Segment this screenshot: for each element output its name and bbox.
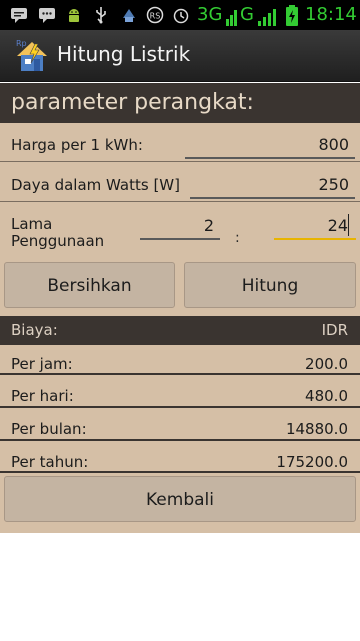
duration-separator: : bbox=[235, 230, 240, 246]
duration-total-underline bbox=[274, 238, 356, 240]
text-cursor bbox=[348, 214, 349, 236]
divider bbox=[0, 439, 360, 441]
divider bbox=[0, 161, 360, 162]
calculator-panel: parameter perangkat: Harga per 1 kWh: 80… bbox=[0, 83, 360, 533]
status-bar: RS 3G G 18:14 bbox=[0, 0, 360, 30]
sync-icon bbox=[123, 9, 135, 22]
svg-text:RS: RS bbox=[150, 12, 161, 21]
battery-charging-icon bbox=[286, 5, 298, 26]
divider bbox=[0, 373, 360, 375]
clock: 18:14 bbox=[305, 4, 357, 25]
duration-label: Lama Penggunaan bbox=[11, 215, 105, 250]
result-day-label: Per hari: bbox=[11, 387, 74, 405]
signal-bars-icon bbox=[258, 9, 276, 26]
result-year-label: Per tahun: bbox=[11, 453, 89, 471]
currency-label: IDR bbox=[321, 321, 348, 339]
power-input[interactable]: 250 bbox=[318, 175, 349, 194]
signal-strength-icon bbox=[226, 10, 237, 26]
result-day-value: 480.0 bbox=[305, 387, 348, 405]
data-type: G bbox=[240, 4, 254, 25]
calculate-button[interactable]: Hitung bbox=[184, 262, 356, 308]
result-month-value: 14880.0 bbox=[285, 420, 348, 438]
duration-hours-underline bbox=[140, 238, 220, 240]
back-button[interactable]: Kembali bbox=[4, 476, 356, 522]
result-year-value: 175200.0 bbox=[276, 453, 348, 471]
cost-label: Biaya: bbox=[11, 321, 58, 339]
duration-hours-input[interactable]: 2 bbox=[204, 216, 214, 235]
duration-total-input[interactable]: 24 bbox=[328, 216, 348, 235]
price-input[interactable]: 800 bbox=[318, 135, 349, 154]
price-label: Harga per 1 kWh: bbox=[11, 136, 143, 154]
price-input-underline bbox=[185, 157, 355, 159]
app-house-icon: Rp bbox=[16, 39, 47, 71]
results-header: Biaya: IDR bbox=[0, 316, 360, 345]
result-month-label: Per bulan: bbox=[11, 420, 87, 438]
power-label: Daya dalam Watts [W] bbox=[11, 176, 180, 194]
divider bbox=[0, 201, 360, 202]
rs-icon: RS bbox=[146, 6, 164, 24]
alarm-icon bbox=[173, 8, 189, 24]
divider bbox=[0, 471, 360, 473]
clear-button[interactable]: Bersihkan bbox=[4, 262, 175, 308]
svg-text:Rp: Rp bbox=[16, 39, 27, 48]
usb-icon bbox=[96, 7, 106, 24]
app-title: Hitung Listrik bbox=[57, 42, 191, 66]
result-hour-value: 200.0 bbox=[305, 355, 348, 373]
action-bar: Rp Hitung Listrik bbox=[0, 30, 360, 82]
sms-icon bbox=[11, 8, 27, 23]
network-type: 3G bbox=[197, 4, 223, 25]
android-icon bbox=[69, 9, 79, 22]
section-heading: parameter perangkat: bbox=[0, 83, 360, 123]
result-hour-label: Per jam: bbox=[11, 355, 73, 373]
power-input-underline bbox=[190, 197, 355, 199]
divider bbox=[0, 406, 360, 408]
message-icon bbox=[39, 8, 55, 23]
